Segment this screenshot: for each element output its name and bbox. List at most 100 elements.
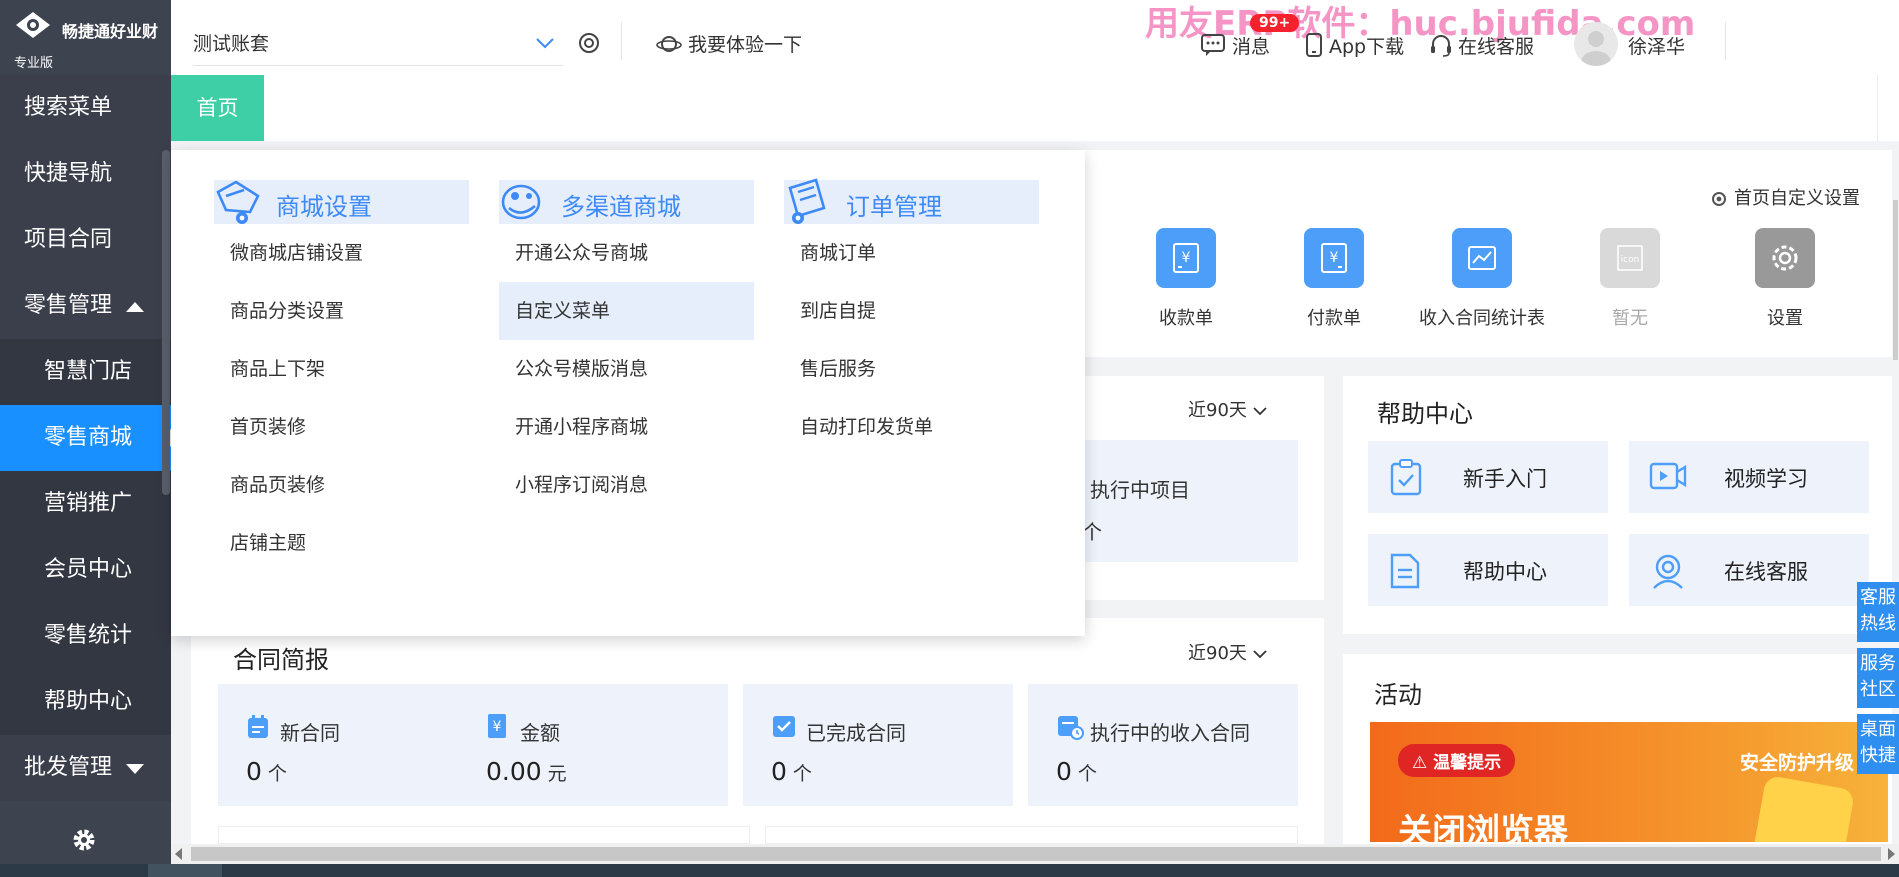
- planet-icon: [656, 36, 682, 52]
- document-icon: [1390, 553, 1420, 589]
- help-tile-label: 新手入门: [1463, 467, 1547, 491]
- messages-button[interactable]: 消息: [1200, 32, 1270, 59]
- menu-item-home-decoration[interactable]: 首页装修: [214, 398, 469, 456]
- menu-item-open-mini-program-mall[interactable]: 开通小程序商城: [499, 398, 754, 456]
- sidebar-item-retail-stats[interactable]: 零售统计: [0, 603, 171, 669]
- sidebar-item-quick-nav[interactable]: 快捷导航: [0, 141, 171, 207]
- help-tile-getting-started[interactable]: 新手入门: [1368, 441, 1608, 513]
- online-service-label: 在线客服: [1458, 36, 1535, 58]
- sidebar-menu: 搜索菜单 快捷导航 项目合同 零售管理 智慧门店 零售商城 营销推广 会员中心 …: [0, 75, 171, 801]
- menu-item-wechat-shop-settings[interactable]: 微商城店铺设置: [214, 224, 469, 282]
- avatar[interactable]: [1574, 22, 1618, 66]
- scrollbar-thumb[interactable]: [191, 847, 1881, 861]
- menu-item-open-official-account-mall[interactable]: 开通公众号商城: [499, 224, 754, 282]
- sidebar-item-project-contract[interactable]: 项目合同: [0, 207, 171, 273]
- sidebar-item-label: 项目合同: [24, 227, 113, 252]
- app-download-button[interactable]: App下载: [1305, 32, 1404, 59]
- phone-icon: [1306, 33, 1322, 57]
- svg-text:¥: ¥: [1330, 250, 1339, 266]
- menu-item-mall-orders[interactable]: 商城订单: [784, 224, 1039, 282]
- running-contract-unit: 个: [1077, 763, 1097, 785]
- retail-mall-dropdown: 商城设置 微商城店铺设置 商品分类设置 商品上下架 首页装修 商品页装修 店铺主…: [171, 150, 1085, 636]
- dropdown-column-header: 多渠道商城: [499, 180, 754, 224]
- tab-home[interactable]: 首页: [171, 75, 264, 141]
- video-icon: [1649, 462, 1687, 490]
- menu-item-mini-program-subscribe[interactable]: 小程序订阅消息: [499, 456, 754, 514]
- quick-item-receipt[interactable]: ¥ 收款单: [1116, 228, 1256, 330]
- sidebar-item-label: 搜索菜单: [24, 95, 113, 120]
- sidebar-item-retail-management[interactable]: 零售管理: [0, 273, 171, 339]
- quick-item-settings[interactable]: 设置: [1715, 228, 1855, 330]
- executing-project-unit: 个: [1082, 520, 1102, 544]
- menu-item-after-sales[interactable]: 售后服务: [784, 340, 1039, 398]
- sidebar-item-retail-mall[interactable]: 零售商城: [0, 405, 171, 471]
- contract-range-selector[interactable]: 近90天: [1188, 639, 1267, 665]
- account-selector[interactable]: 测试账套: [193, 22, 563, 66]
- username[interactable]: 徐泽华: [1628, 32, 1685, 59]
- money-icon: ¥: [488, 714, 506, 738]
- receipt-icon: ¥: [1156, 228, 1216, 288]
- sidebar-gear-icon[interactable]: [72, 828, 96, 852]
- sidebar-item-label: 零售商城: [44, 425, 133, 450]
- scroll-right-icon[interactable]: [1888, 848, 1895, 860]
- hotline-button[interactable]: 客服热线: [1857, 582, 1899, 642]
- sidebar-item-member-center[interactable]: 会员中心: [0, 537, 171, 603]
- sidebar: 畅捷通好业财 专业版 搜索菜单 快捷导航 项目合同 零售管理 智慧门店 零售商城…: [0, 0, 171, 877]
- brand-name: 畅捷通好业财: [62, 22, 159, 41]
- sidebar-item-marketing[interactable]: 营销推广: [0, 471, 171, 537]
- quick-item-label: 暂无: [1612, 308, 1648, 329]
- desktop-shortcut-button[interactable]: 桌面快捷: [1857, 714, 1899, 774]
- sidebar-scrollbar[interactable]: [162, 150, 170, 495]
- quick-item-payment[interactable]: ¥ 付款单: [1264, 228, 1404, 330]
- check-calendar-icon: [773, 716, 795, 737]
- menu-item-store-pickup[interactable]: 到店自提: [784, 282, 1039, 340]
- online-service-button[interactable]: 在线客服: [1430, 32, 1534, 59]
- amount-label: 金额: [520, 721, 560, 745]
- try-it-button[interactable]: 我要体验一下: [656, 30, 802, 57]
- horizontal-scrollbar[interactable]: [171, 844, 1899, 864]
- edition-label: 专业版: [14, 56, 54, 71]
- placeholder-icon: icon: [1600, 228, 1660, 288]
- contract-title: 合同简报: [233, 646, 329, 674]
- help-tile-video[interactable]: 视频学习: [1629, 441, 1869, 513]
- community-button[interactable]: 服务社区: [1857, 648, 1899, 708]
- warning-tip-label: 温馨提示: [1433, 753, 1502, 773]
- sidebar-item-wholesale[interactable]: 批发管理: [0, 735, 171, 801]
- menu-item-shop-theme[interactable]: 店铺主题: [214, 514, 469, 572]
- caret-up-icon: [126, 302, 144, 312]
- menu-item-template-message[interactable]: 公众号模版消息: [499, 340, 754, 398]
- dropdown-column-header: 订单管理: [784, 178, 1039, 224]
- account-name: 测试账套: [193, 33, 270, 55]
- taskbar-active-app[interactable]: [148, 864, 222, 877]
- sidebar-item-smart-store[interactable]: 智慧门店: [0, 339, 171, 405]
- homepage-custom-settings-button[interactable]: 首页自定义设置: [1710, 184, 1860, 210]
- help-tile-online-service[interactable]: 在线客服: [1629, 534, 1869, 606]
- sidebar-item-label: 零售管理: [24, 293, 113, 318]
- menu-item-product-listing[interactable]: 商品上下架: [214, 340, 469, 398]
- multichannel-icon: [501, 184, 541, 220]
- user-avatar-icon: [1581, 31, 1611, 66]
- scroll-left-icon[interactable]: [175, 848, 182, 860]
- page-scrollbar[interactable]: [1893, 200, 1898, 360]
- help-tile-help-center[interactable]: 帮助中心: [1368, 534, 1608, 606]
- svg-text:icon: icon: [1621, 255, 1640, 265]
- quick-item-label: 收款单: [1159, 308, 1213, 329]
- menu-item-auto-print-shipping[interactable]: 自动打印发货单: [784, 398, 1039, 456]
- menu-item-category-settings[interactable]: 商品分类设置: [214, 282, 469, 340]
- menu-item-custom-menu[interactable]: 自定义菜单: [499, 282, 754, 340]
- quick-item-contract-report[interactable]: 收入合同统计表: [1412, 228, 1552, 330]
- project-range-selector[interactable]: 近90天: [1188, 396, 1267, 422]
- sidebar-item-search-menu[interactable]: 搜索菜单: [0, 75, 171, 141]
- menu-item-product-page-decoration[interactable]: 商品页装修: [214, 456, 469, 514]
- activity-banner[interactable]: ⚠ 温馨提示 安全防护升级 关闭浏览器: [1370, 722, 1888, 842]
- dropdown-column-title: 多渠道商城: [561, 193, 681, 221]
- sidebar-item-help-center[interactable]: 帮助中心: [0, 669, 171, 735]
- custom-settings-label: 首页自定义设置: [1734, 188, 1860, 209]
- svg-text:¥: ¥: [1182, 250, 1191, 266]
- running-contract-label: 执行中的收入合同: [1090, 721, 1250, 745]
- account-settings-gear-icon[interactable]: [576, 30, 602, 56]
- try-label: 我要体验一下: [688, 34, 803, 56]
- divider: [1725, 22, 1726, 60]
- fullscreen-icon[interactable]: [1877, 75, 1899, 141]
- quick-item-none: icon 暂无: [1560, 228, 1700, 330]
